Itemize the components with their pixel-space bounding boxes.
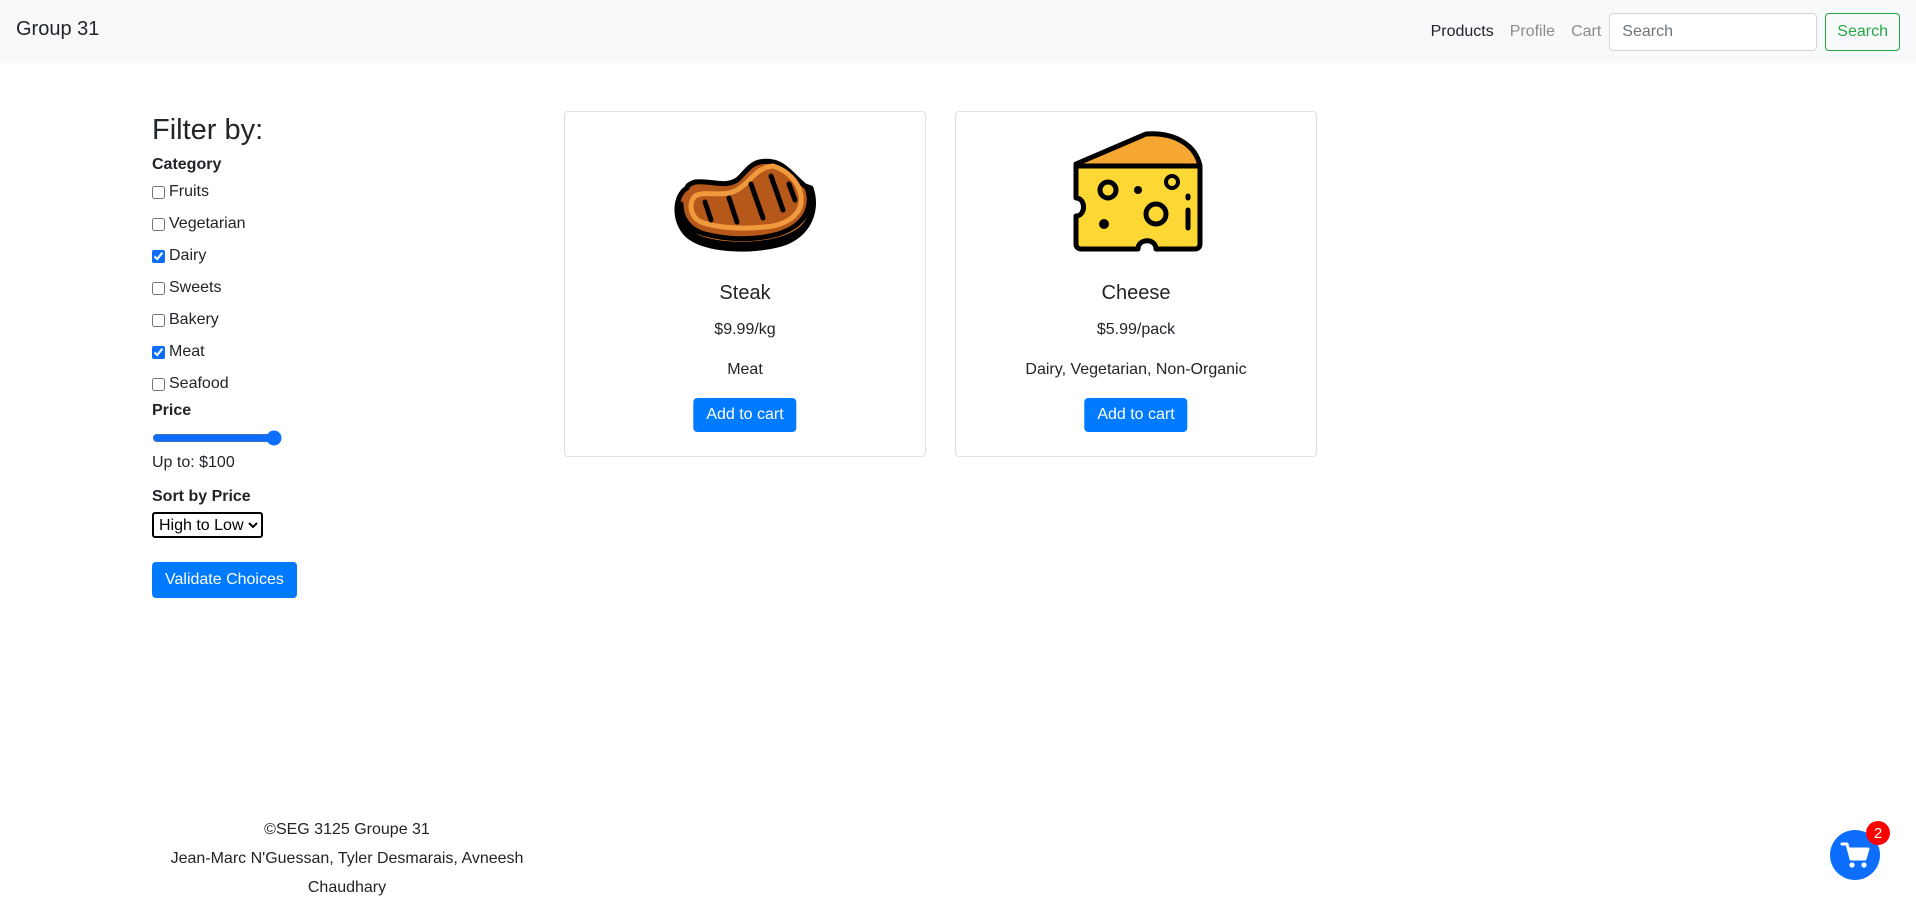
nav-right: Products Profile Cart Search xyxy=(1415,12,1900,51)
category-option-label: Seafood xyxy=(169,375,229,392)
search-button[interactable]: Search xyxy=(1825,12,1900,51)
category-option-label: Bakery xyxy=(169,311,219,328)
product-card-steak: Steak $9.99/kg Meat Add to cart xyxy=(564,111,926,457)
category-checkbox-sweets[interactable] xyxy=(152,281,165,295)
nav-link-profile[interactable]: Profile xyxy=(1510,23,1555,41)
validate-choices-button[interactable]: Validate Choices xyxy=(152,562,297,598)
price-label: Price xyxy=(152,402,192,419)
category-option-label: Sweets xyxy=(169,279,222,296)
search-input[interactable] xyxy=(1609,12,1818,51)
sort-label: Sort by Price xyxy=(152,488,251,505)
category-option-label: Vegetarian xyxy=(169,215,246,232)
category-option-label: Meat xyxy=(169,343,205,360)
category-label: Category xyxy=(152,156,222,173)
footer: ©SEG 3125 Groupe 31 Jean-Marc N'Guessan,… xyxy=(132,815,562,902)
cart-count-badge: 2 xyxy=(1866,821,1890,845)
category-option-meat[interactable]: Meat xyxy=(152,336,412,368)
navbar: Group 31 Products Profile Cart Search xyxy=(0,0,1916,63)
category-option-seafood[interactable]: Seafood xyxy=(152,368,412,400)
category-checkbox-meat[interactable] xyxy=(152,345,165,359)
category-option-sweets[interactable]: Sweets xyxy=(152,272,412,304)
cheese-icon xyxy=(1073,131,1203,252)
product-price: $9.99/kg xyxy=(714,321,776,338)
cart-icon xyxy=(1840,842,1870,868)
product-tags: Meat xyxy=(727,361,763,378)
category-option-bakery[interactable]: Bakery xyxy=(152,304,412,336)
category-option-label: Dairy xyxy=(169,247,207,264)
product-price: $5.99/pack xyxy=(1096,321,1176,338)
product-tags: Dairy, Vegetarian, Non-Organic xyxy=(1025,361,1247,378)
product-name: Cheese xyxy=(1101,282,1171,304)
sort-select[interactable]: High to Low xyxy=(152,512,263,538)
category-checkbox-bakery[interactable] xyxy=(152,313,165,327)
category-option-vegetarian[interactable]: Vegetarian xyxy=(152,208,412,240)
nav-link-cart[interactable]: Cart xyxy=(1571,23,1601,41)
nav-link-products[interactable]: Products xyxy=(1431,23,1494,41)
footer-authors: Jean-Marc N'Guessan, Tyler Desmarais, Av… xyxy=(170,850,524,896)
product-card-cheese: Cheese $5.99/pack Dairy, Vegetarian, Non… xyxy=(955,111,1317,457)
price-value-text: Up to: $100 xyxy=(152,454,235,471)
add-to-cart-button[interactable]: Add to cart xyxy=(693,398,797,432)
filter-title: Filter by: xyxy=(152,114,264,146)
category-option-dairy[interactable]: Dairy xyxy=(152,240,412,272)
footer-copyright: ©SEG 3125 Groupe 31 xyxy=(264,821,430,838)
category-checkbox-vegetarian[interactable] xyxy=(152,217,165,231)
category-checkbox-fruits[interactable] xyxy=(152,185,165,199)
category-option-fruits[interactable]: Fruits xyxy=(152,176,412,208)
steak-icon xyxy=(674,158,816,252)
category-option-label: Fruits xyxy=(169,183,209,200)
category-checkbox-dairy[interactable] xyxy=(152,249,165,263)
filter-panel: Filter by: Category Fruits Vegetarian Da… xyxy=(152,110,412,598)
add-to-cart-button[interactable]: Add to cart xyxy=(1084,398,1188,432)
product-name: Steak xyxy=(719,282,771,304)
price-slider[interactable] xyxy=(152,430,282,446)
category-checkbox-seafood[interactable] xyxy=(152,377,165,391)
brand-title[interactable]: Group 31 xyxy=(16,18,99,41)
